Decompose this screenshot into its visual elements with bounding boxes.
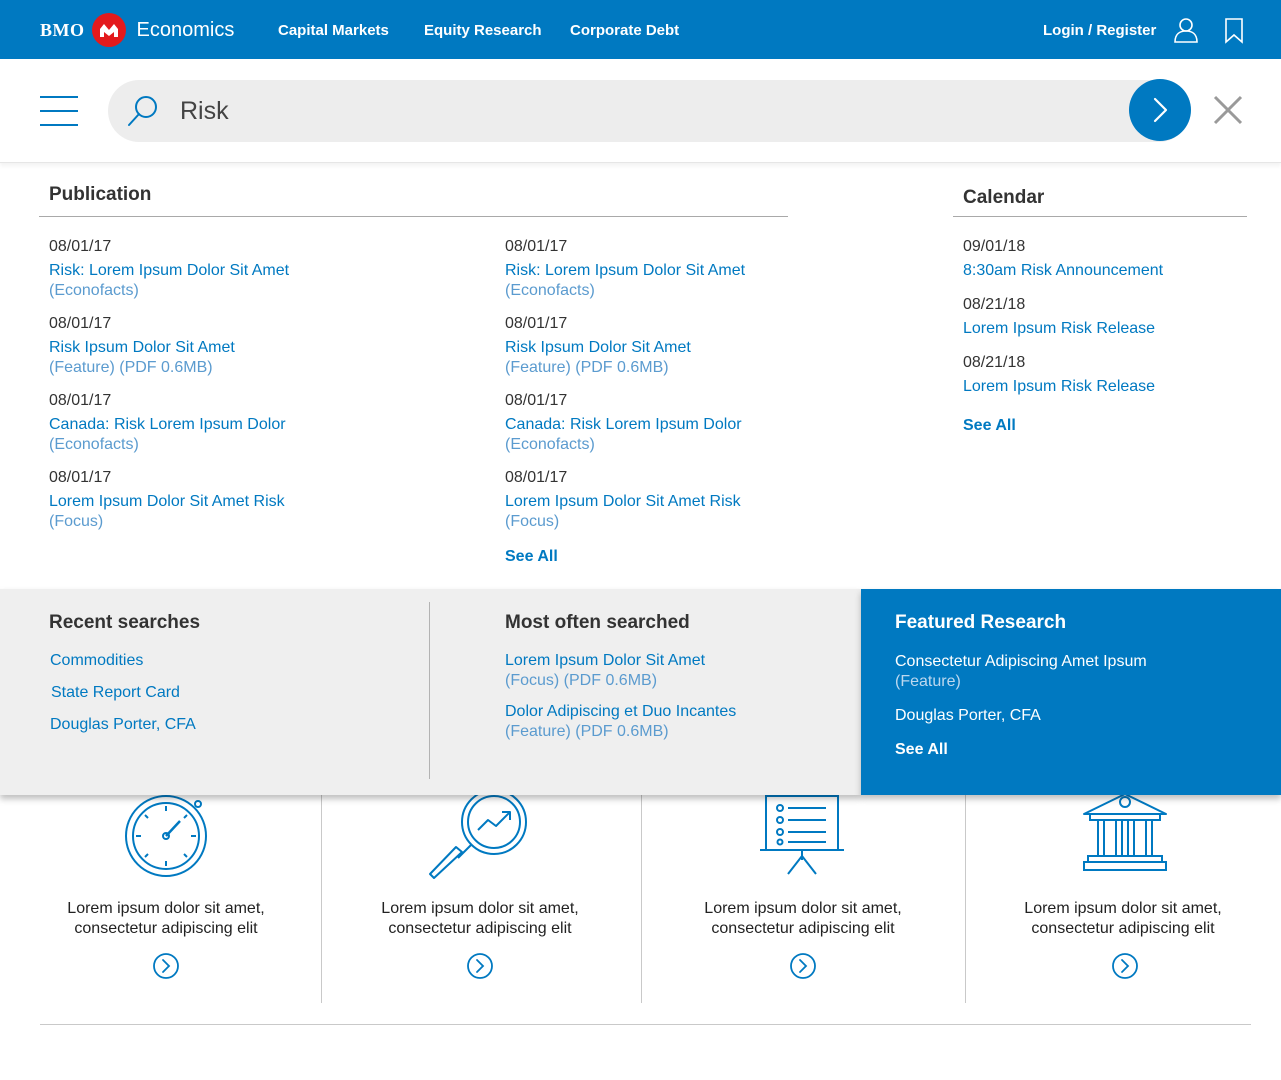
tile-description: Lorem ipsum dolor sit amet, consectetur … [330, 899, 630, 939]
tile-description-line: consectetur adipiscing elit [711, 920, 895, 937]
presentation-board-icon [760, 794, 844, 881]
publication-date: 08/01/17 [49, 315, 112, 332]
chevron-right-circle-icon[interactable] [466, 952, 494, 980]
tile-description-line: Lorem ipsum dolor sit amet, [704, 900, 902, 917]
publication-link[interactable]: Canada: Risk Lorem Ipsum Dolor [49, 416, 286, 434]
top-navigation-bar: BMO Economics Capital Markets Equity Res… [0, 0, 1281, 59]
bmo-roundel-icon [91, 13, 126, 47]
menu-icon[interactable] [40, 96, 78, 126]
stopwatch-icon [120, 790, 212, 885]
bank-building-icon [1082, 792, 1168, 879]
publication-meta: (Focus) [49, 513, 104, 530]
bottom-divider [40, 1024, 1251, 1025]
search-box [108, 80, 1190, 142]
calendar-link[interactable]: Lorem Ipsum Risk Release [963, 320, 1155, 338]
tile-divider [965, 795, 966, 1003]
publication-divider [39, 216, 788, 217]
featured-author-link[interactable]: Douglas Porter, CFA [895, 707, 1041, 725]
publication-date: 08/01/17 [49, 469, 112, 486]
publication-link[interactable]: Risk Ipsum Dolor Sit Amet [505, 339, 691, 357]
publication-date: 08/01/17 [505, 238, 568, 255]
publication-link[interactable]: Lorem Ipsum Dolor Sit Amet Risk [505, 493, 741, 511]
featured-see-all-link[interactable]: See All [895, 741, 948, 759]
bookmark-icon[interactable] [1220, 16, 1248, 44]
calendar-date: 08/21/18 [963, 354, 1026, 371]
featured-research-meta: (Feature) [895, 673, 961, 690]
publication-date: 08/01/17 [505, 392, 568, 409]
nav-equity-research[interactable]: Equity Research [424, 22, 542, 39]
publication-date: 08/01/17 [505, 469, 568, 486]
tile-description-line: consectetur adipiscing elit [1031, 920, 1215, 937]
magnifier-chart-icon [428, 789, 532, 885]
recent-searches-heading: Recent searches [49, 612, 201, 633]
publication-meta: (Econofacts) [505, 436, 595, 453]
publication-meta: (Econofacts) [49, 282, 139, 299]
publication-link[interactable]: Risk: Lorem Ipsum Dolor Sit Amet [49, 262, 289, 280]
calendar-link[interactable]: 8:30am Risk Announcement [963, 262, 1163, 280]
search-icon [126, 94, 160, 128]
login-register-link[interactable]: Login / Register [1043, 22, 1156, 39]
publication-meta: (Focus) [505, 513, 560, 530]
close-icon[interactable] [1212, 94, 1244, 126]
publication-link[interactable]: Canada: Risk Lorem Ipsum Dolor [505, 416, 742, 434]
calendar-link[interactable]: Lorem Ipsum Risk Release [963, 378, 1155, 396]
publication-heading: Publication [49, 184, 152, 205]
publication-link[interactable]: Lorem Ipsum Dolor Sit Amet Risk [49, 493, 285, 511]
tile-description-line: Lorem ipsum dolor sit amet, [67, 900, 265, 917]
tile-divider [641, 795, 642, 1003]
calendar-date: 09/01/18 [963, 238, 1026, 255]
recent-search-item[interactable]: State Report Card [51, 684, 180, 702]
brand-title: Economics [136, 18, 235, 41]
most-often-meta: (Feature) (PDF 0.6MB) [505, 723, 669, 740]
recent-search-item[interactable]: Douglas Porter, CFA [50, 716, 196, 734]
nav-corporate-debt[interactable]: Corporate Debt [570, 22, 679, 39]
most-often-searched-heading: Most often searched [505, 612, 690, 633]
search-input[interactable] [180, 90, 1120, 132]
publication-see-all-link[interactable]: See All [505, 548, 558, 566]
featured-research-heading: Featured Research [895, 612, 1067, 633]
tile-description: Lorem ipsum dolor sit amet, consectetur … [973, 899, 1273, 939]
calendar-see-all-link[interactable]: See All [963, 417, 1016, 435]
search-row [0, 59, 1281, 163]
publication-date: 08/01/17 [49, 238, 112, 255]
tile-description-line: Lorem ipsum dolor sit amet, [1024, 900, 1222, 917]
tile-description-line: consectetur adipiscing elit [74, 920, 258, 937]
tile-description: Lorem ipsum dolor sit amet, consectetur … [16, 899, 316, 939]
chevron-right-circle-icon[interactable] [1111, 952, 1139, 980]
publication-date: 08/01/17 [505, 315, 568, 332]
recent-search-item[interactable]: Commodities [50, 652, 143, 670]
chevron-right-circle-icon[interactable] [152, 952, 180, 980]
brand-bmo-wordmark: BMO [40, 19, 85, 40]
tile-description: Lorem ipsum dolor sit amet, consectetur … [653, 899, 953, 939]
user-icon[interactable] [1172, 16, 1200, 44]
calendar-date: 08/21/18 [963, 296, 1026, 313]
publication-meta: (Feature) (PDF 0.6MB) [505, 359, 669, 376]
arrow-right-icon [1153, 97, 1168, 123]
panel-divider [429, 602, 430, 779]
tile-description-line: consectetur adipiscing elit [388, 920, 572, 937]
most-often-meta: (Focus) (PDF 0.6MB) [505, 672, 658, 689]
tile-description-line: Lorem ipsum dolor sit amet, [381, 900, 579, 917]
nav-capital-markets[interactable]: Capital Markets [278, 22, 389, 39]
publication-meta: (Econofacts) [49, 436, 139, 453]
publication-meta: (Feature) (PDF 0.6MB) [49, 359, 213, 376]
featured-research-link[interactable]: Consectetur Adipiscing Amet Ipsum [895, 653, 1147, 671]
publication-link[interactable]: Risk Ipsum Dolor Sit Amet [49, 339, 235, 357]
brand-logo[interactable]: BMO Economics [40, 13, 235, 47]
calendar-heading: Calendar [963, 187, 1045, 208]
publication-link[interactable]: Risk: Lorem Ipsum Dolor Sit Amet [505, 262, 745, 280]
calendar-divider [953, 216, 1247, 217]
publication-date: 08/01/17 [49, 392, 112, 409]
most-often-link[interactable]: Dolor Adipiscing et Duo Incantes [505, 703, 736, 721]
tile-divider [321, 795, 322, 1003]
publication-meta: (Econofacts) [505, 282, 595, 299]
search-submit-button[interactable] [1129, 79, 1191, 141]
chevron-right-circle-icon[interactable] [789, 952, 817, 980]
most-often-link[interactable]: Lorem Ipsum Dolor Sit Amet [505, 652, 705, 670]
